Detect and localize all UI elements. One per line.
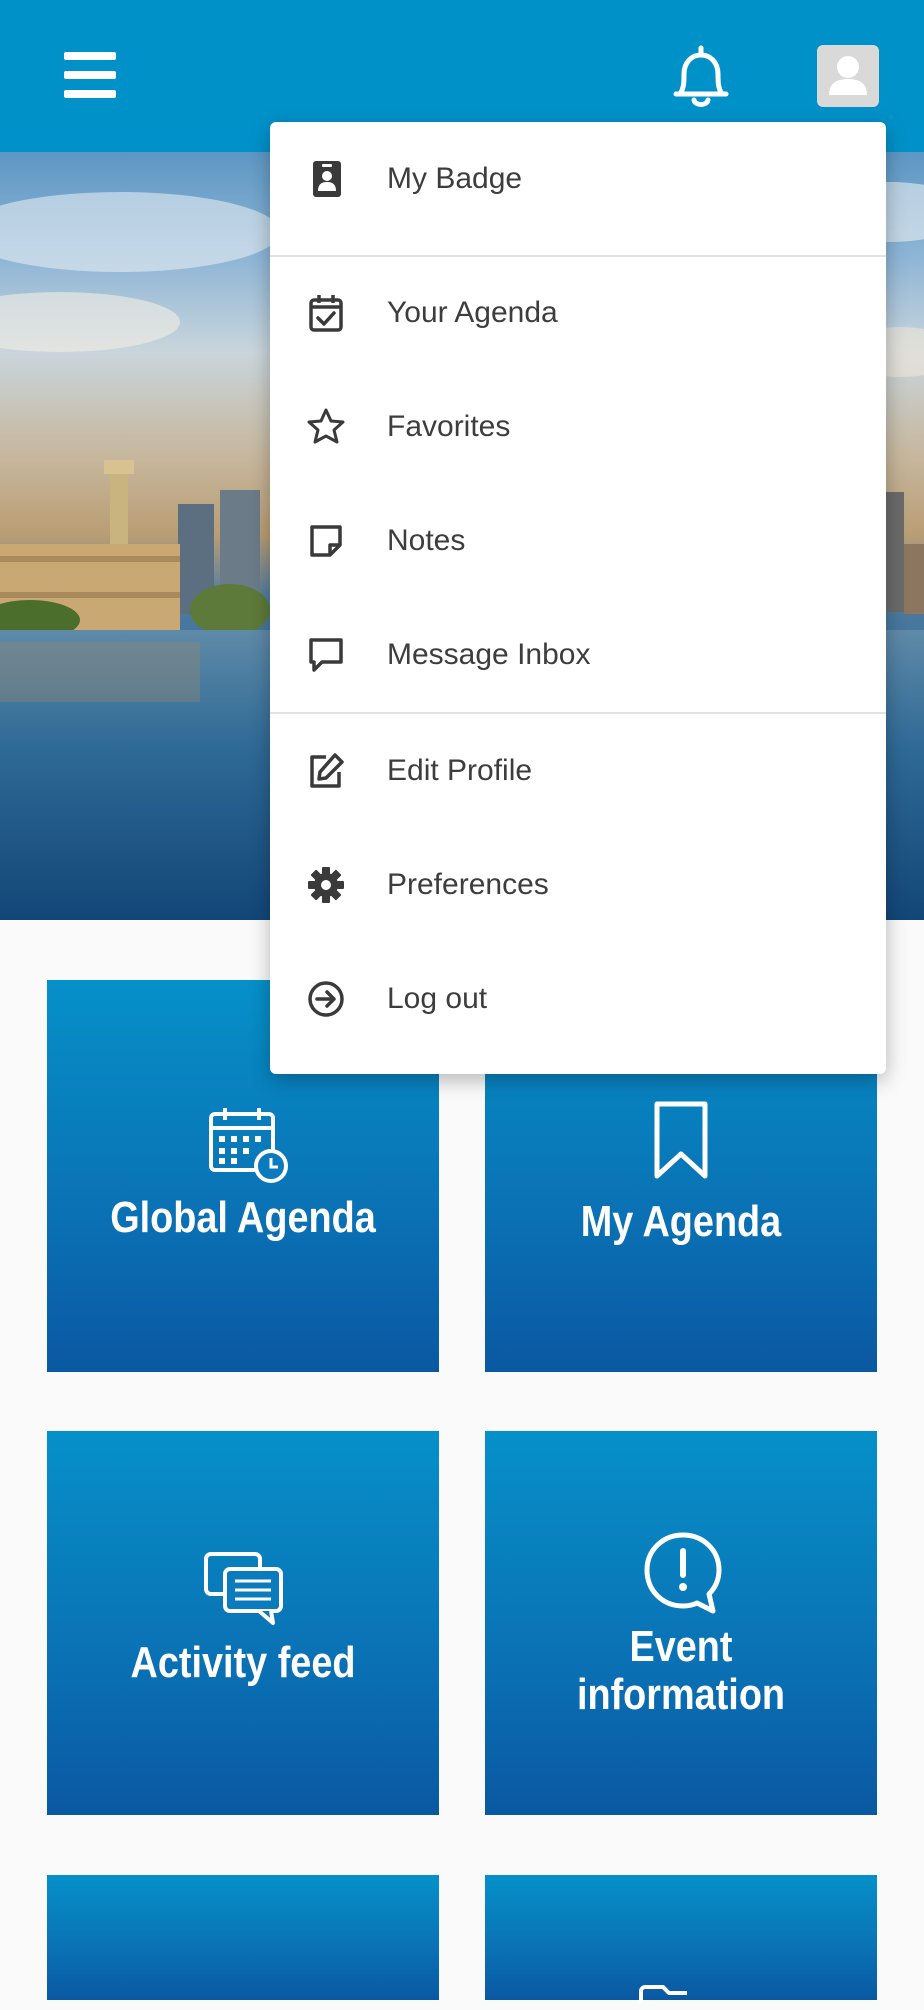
menu-item-label: Log out (387, 982, 488, 1015)
menu-item-your-agenda[interactable]: Your Agenda (270, 256, 886, 370)
note-icon (310, 525, 342, 557)
bookmark-icon (653, 1100, 709, 1185)
edit-icon (310, 753, 344, 788)
chat-bubble-icon (309, 638, 343, 672)
tile-label: Global Agenda (110, 1193, 376, 1242)
tile-activity-feed[interactable]: Activity feed (47, 1431, 439, 1815)
menu-item-label: Preferences (387, 868, 549, 901)
menu-item-label: Notes (387, 524, 466, 557)
calendar-check-icon (309, 295, 343, 332)
tile-partial-right[interactable] (485, 1875, 877, 2003)
hamburger-menu-icon[interactable] (64, 52, 116, 98)
tile-label: My Agenda (580, 1197, 782, 1246)
menu-item-preferences[interactable]: Preferences (270, 828, 886, 942)
gear-icon (308, 867, 344, 903)
menu-item-message-inbox[interactable]: Message Inbox (270, 598, 886, 712)
exclamation-bubble-icon (641, 1531, 725, 1620)
bell-icon[interactable] (670, 44, 732, 110)
star-icon (307, 408, 345, 444)
tile-event-information[interactable]: Event information (485, 1431, 877, 1815)
badge-icon (313, 161, 341, 197)
logout-icon (308, 981, 344, 1017)
calendar-clock-icon (207, 1104, 291, 1189)
tile-partial-left[interactable] (47, 1875, 439, 2000)
menu-item-notes[interactable]: Notes (270, 484, 886, 598)
menu-item-my-badge[interactable]: My Badge (270, 122, 886, 236)
folder-icon (637, 1985, 721, 2010)
menu-item-label: Favorites (387, 410, 511, 443)
tile-label: Activity feed (130, 1638, 356, 1687)
menu-item-label: Message Inbox (387, 638, 591, 671)
tile-label-line2: information (576, 1670, 786, 1719)
chat-bubbles-icon (203, 1551, 287, 1632)
menu-item-edit-profile[interactable]: Edit Profile (270, 714, 886, 828)
tile-label-line1: Event (629, 1622, 733, 1671)
menu-item-label: Your Agenda (387, 296, 558, 329)
menu-item-label: Edit Profile (387, 754, 533, 787)
user-avatar-icon[interactable] (817, 45, 879, 107)
menu-item-favorites[interactable]: Favorites (270, 370, 886, 484)
menu-item-label: My Badge (387, 162, 523, 195)
menu-item-log-out[interactable]: Log out (270, 942, 886, 1056)
account-dropdown-menu: My Badge Your Agenda Favorites Notes Mes… (270, 122, 886, 1074)
